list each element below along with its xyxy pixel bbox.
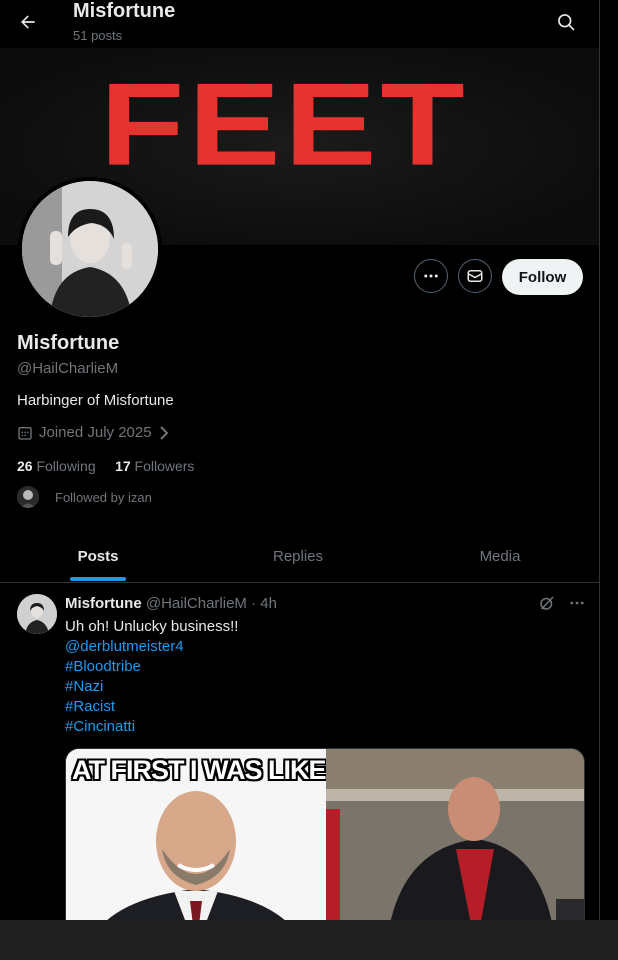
joined-date[interactable]: Joined July 2025 <box>17 424 170 441</box>
post-hashtag[interactable]: #Cincinatti <box>65 717 238 737</box>
following-count: 26 <box>17 458 33 474</box>
post-hashtag[interactable]: #Nazi <box>65 677 238 697</box>
meme-caption: AT FIRST I WAS LIKE <box>72 755 326 785</box>
meme-left-panel: AT FIRST I WAS LIKE <box>66 749 326 920</box>
envelope-icon <box>467 270 483 282</box>
followed-by-text: Followed by izan <box>55 489 152 505</box>
follow-button[interactable]: Follow <box>502 259 583 295</box>
active-tab-indicator <box>70 577 126 581</box>
post-actions <box>538 594 586 612</box>
post-handle[interactable]: @HailCharlieM <box>146 595 247 612</box>
profile-avatar[interactable] <box>18 177 162 321</box>
right-edge <box>600 0 618 920</box>
profile-bio: Harbinger of Misfortune <box>17 392 174 409</box>
profile-handle: @HailCharlieM <box>17 360 119 377</box>
followers-count: 17 <box>115 458 131 474</box>
post-body: Uh oh! Unlucky business!! <box>65 618 239 635</box>
post-hashtag[interactable]: #Racist <box>65 697 238 717</box>
profile-name: Misfortune <box>17 332 120 354</box>
post-media[interactable]: AT FIRST I WAS LIKE <box>65 748 585 920</box>
following-label: Following <box>36 458 96 474</box>
tab-posts[interactable]: Posts <box>40 530 156 582</box>
meme-right-panel <box>326 749 584 920</box>
post-mention[interactable]: @derblutmeister4 <box>65 637 238 657</box>
chevron-right-icon <box>159 425 169 440</box>
post-author[interactable]: Misfortune <box>65 595 142 612</box>
more-icon <box>424 274 438 278</box>
search-icon[interactable] <box>552 8 580 36</box>
profile-tabs: Posts Replies Media <box>0 530 599 583</box>
top-header: Misfortune 51 posts <box>0 0 599 48</box>
post-time[interactable]: · 4h <box>251 595 277 612</box>
followers-link[interactable]: 17 Followers <box>115 458 194 474</box>
followed-by[interactable]: Followed by izan <box>17 486 152 508</box>
more-options-button[interactable] <box>414 259 448 293</box>
post-header: Misfortune @HailCharlieM · 4h <box>65 595 277 612</box>
follow-stats: 26 Following 17 Followers <box>17 458 194 474</box>
following-link[interactable]: 26 Following <box>17 458 96 474</box>
back-arrow-icon[interactable] <box>14 8 42 36</box>
header-title: Misfortune <box>73 0 176 22</box>
grok-icon[interactable] <box>538 594 556 612</box>
joined-text: Joined July 2025 <box>39 424 152 441</box>
tab-media[interactable]: Media <box>442 530 558 582</box>
banner-text: FEET <box>100 59 469 191</box>
more-icon[interactable] <box>568 594 586 612</box>
follower-avatar <box>17 486 39 508</box>
post-hashtag[interactable]: #Bloodtribe <box>65 657 238 677</box>
post-count: 51 posts <box>73 28 123 43</box>
tab-replies[interactable]: Replies <box>240 530 356 582</box>
profile-column: Misfortune 51 posts FEET Follow Misfortu… <box>0 0 600 920</box>
calendar-icon <box>18 426 32 440</box>
message-button[interactable] <box>458 259 492 293</box>
bottom-bar <box>0 920 618 960</box>
followers-label: Followers <box>134 458 195 474</box>
post-text: Uh oh! Unlucky business!! @derblutmeiste… <box>65 617 238 737</box>
post-avatar[interactable] <box>17 594 57 634</box>
